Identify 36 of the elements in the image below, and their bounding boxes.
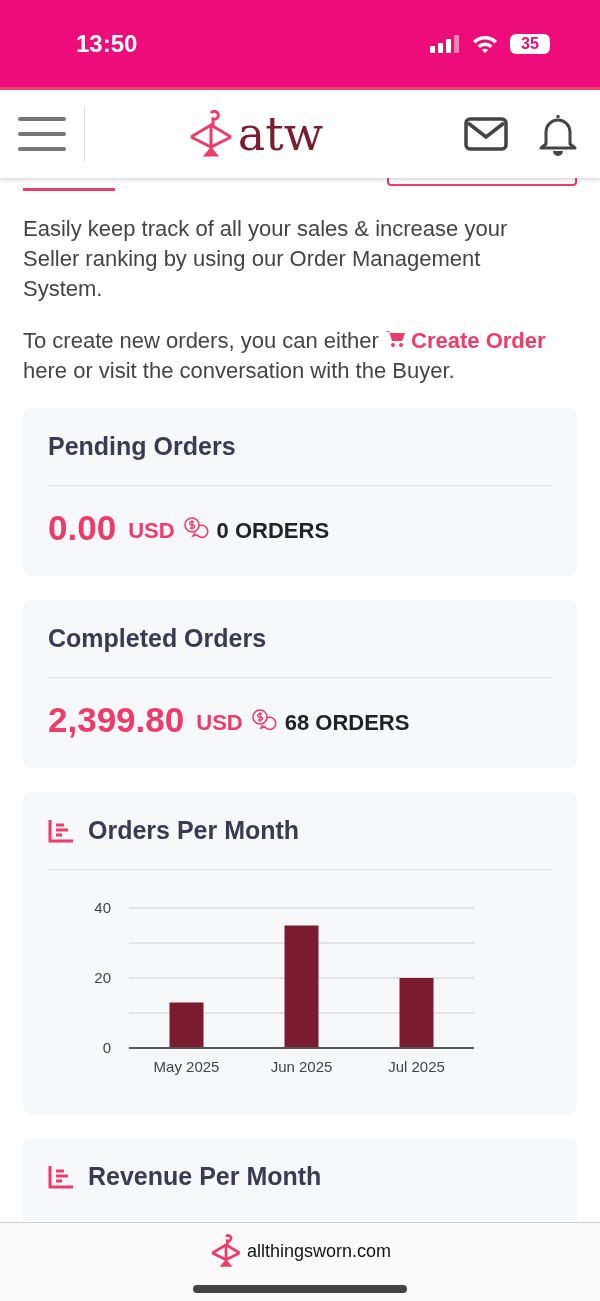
logo-text[interactable]: atw (237, 111, 324, 157)
chart-icon (48, 818, 74, 843)
create-order-text: To create new orders, you can either Create Order here or visit the conversation with the Buyer. (23, 327, 547, 385)
intro-text: Easily keep track of all your sales & increase your Seller ranking by using our Order Management System. (23, 215, 509, 303)
status-time: 13:50 (76, 29, 138, 58)
card-title: Completed Orders (48, 624, 268, 653)
card-title: Revenue Per Month (88, 1162, 322, 1191)
chart-icon (48, 1164, 74, 1189)
mail-icon[interactable] (464, 117, 508, 151)
battery-icon: 35 (510, 33, 550, 54)
y-tick-label: 0 (102, 1039, 111, 1056)
cart-icon (384, 330, 405, 348)
create-order-link[interactable]: Create Order (384, 328, 546, 353)
x-tick-label: May 2025 (153, 1058, 220, 1075)
url-text[interactable]: allthingsworn.com (246, 1240, 392, 1262)
chart-bar (399, 978, 434, 1048)
wifi-icon (472, 34, 498, 53)
amount-value: 0.00 (48, 508, 117, 548)
orders-count: 68 ORDERS (284, 710, 410, 736)
card-title: Pending Orders (48, 432, 237, 461)
x-tick-label: Jul 2025 (388, 1058, 445, 1075)
signal-icon (430, 34, 460, 53)
card-title: Orders Per Month (88, 816, 300, 845)
chart-bar (169, 1002, 204, 1048)
y-tick-label: 40 (94, 899, 111, 916)
currency-label: USD (128, 518, 175, 544)
chat-dollar-icon (250, 709, 277, 731)
currency-label: USD (196, 710, 243, 736)
bell-icon[interactable] (538, 112, 578, 156)
x-tick-label: Jun 2025 (270, 1058, 333, 1075)
outline-button[interactable] (387, 178, 577, 186)
menu-icon[interactable] (18, 116, 66, 152)
amount-value: 2,399.80 (48, 700, 185, 740)
chat-dollar-icon (182, 517, 209, 539)
orders-count: 0 ORDERS (216, 518, 330, 544)
y-tick-label: 20 (94, 969, 111, 986)
